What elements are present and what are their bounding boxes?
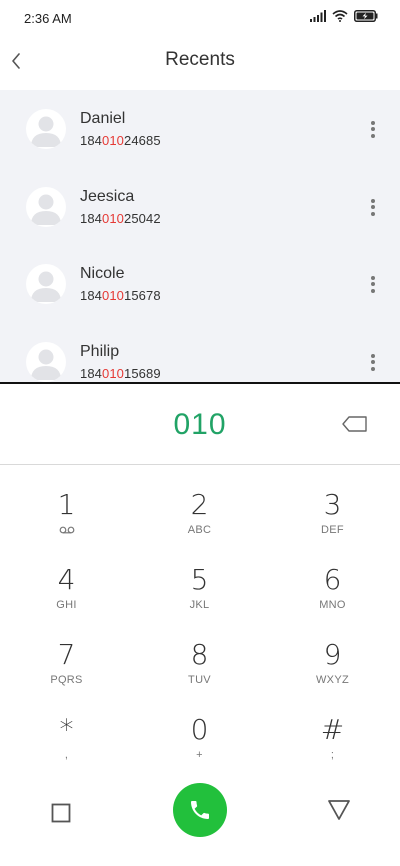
recents-list: Daniel 18401024685 Jeesica 18401025042 N… — [0, 90, 400, 382]
key-digit: 6 — [323, 563, 342, 596]
wifi-icon — [332, 10, 348, 22]
number-match: 010 — [102, 366, 124, 381]
key-digit: # — [320, 713, 345, 746]
person-icon — [31, 194, 61, 225]
header: Recents — [0, 36, 400, 90]
key-digit: 4 — [57, 563, 76, 596]
number-match: 010 — [102, 133, 124, 148]
key-digit: 8 — [190, 638, 209, 671]
triangle-button[interactable] — [327, 799, 351, 821]
avatar — [26, 342, 66, 382]
key-letters: , — [64, 749, 69, 761]
key-digit: 2 — [190, 488, 209, 521]
key-letters: GHI — [56, 599, 77, 611]
key-2[interactable]: 2 ABC — [133, 465, 266, 540]
key-letters: + — [196, 749, 203, 761]
keypad: 1 2 ABC 3 DEF 4 GHI 5 JKL 6 MNO 7 PQRS 8… — [0, 464, 400, 866]
person-icon — [31, 349, 61, 380]
more-vertical-icon[interactable] — [363, 274, 383, 294]
key-letters: TUV — [188, 674, 211, 686]
more-vertical-icon[interactable] — [363, 352, 383, 372]
person-icon — [31, 116, 61, 147]
avatar — [26, 187, 66, 227]
contact-item[interactable]: Daniel 18401024685 — [0, 90, 400, 168]
status-bar: 2:36 AM — [0, 0, 400, 36]
key-digit: 3 — [323, 488, 342, 521]
backspace-button[interactable] — [341, 414, 369, 436]
more-vertical-icon[interactable] — [363, 197, 383, 217]
contact-item[interactable]: Philip 18401015689 — [0, 323, 400, 382]
contact-number: 18401025042 — [80, 211, 161, 226]
key-digit: 5 — [190, 563, 209, 596]
voicemail-icon — [0, 524, 133, 537]
dialed-number[interactable]: 010 — [0, 408, 400, 442]
contact-name: Philip — [80, 343, 120, 360]
square-button[interactable] — [51, 803, 71, 823]
key-digit: 7 — [57, 638, 76, 671]
key-letters: ABC — [187, 524, 212, 536]
number-match: 010 — [102, 288, 124, 303]
contact-name: Daniel — [80, 110, 126, 127]
contact-number: 18401015678 — [80, 288, 161, 303]
key-9[interactable]: 9 WXYZ — [266, 615, 399, 690]
contact-item[interactable]: Nicole 18401015678 — [0, 245, 400, 323]
contact-item[interactable]: Jeesica 18401025042 — [0, 168, 400, 246]
triangle-down-icon — [328, 800, 350, 820]
key-digit: 9 — [323, 638, 342, 671]
key-letters: JKL — [189, 599, 210, 611]
number-match: 010 — [102, 211, 124, 226]
avatar — [26, 109, 66, 149]
key-6[interactable]: 6 MNO — [266, 540, 399, 615]
key-digit: 1 — [57, 488, 76, 521]
key-1[interactable]: 1 — [0, 465, 133, 540]
key-8[interactable]: 8 TUV — [133, 615, 266, 690]
key-letters: WXYZ — [316, 674, 349, 686]
key-digit: 0 — [190, 713, 209, 746]
battery-charging-icon — [354, 10, 378, 22]
key-letters: PQRS — [50, 674, 83, 686]
contact-number: 18401015689 — [80, 366, 161, 381]
signal-icon — [310, 10, 326, 22]
square-icon — [51, 803, 71, 823]
contact-name: Jeesica — [80, 188, 135, 205]
key-digit: * — [59, 713, 74, 746]
dial-input-area: 010 — [0, 384, 400, 464]
person-icon — [31, 271, 61, 302]
key-letters: DEF — [321, 524, 344, 536]
phone-icon — [191, 801, 209, 819]
backspace-icon — [342, 416, 367, 432]
contact-name: Nicole — [80, 265, 125, 282]
key-0[interactable]: 0 + — [133, 690, 266, 765]
key-5[interactable]: 5 JKL — [133, 540, 266, 615]
key-4[interactable]: 4 GHI — [0, 540, 133, 615]
key-hash[interactable]: # ; — [266, 690, 399, 765]
key-3[interactable]: 3 DEF — [266, 465, 399, 540]
key-letters: MNO — [319, 599, 346, 611]
avatar — [26, 264, 66, 304]
page-title: Recents — [165, 49, 235, 70]
key-7[interactable]: 7 PQRS — [0, 615, 133, 690]
status-icons — [310, 10, 378, 22]
more-vertical-icon[interactable] — [363, 119, 383, 139]
key-star[interactable]: * , — [0, 690, 133, 765]
status-time: 2:36 AM — [24, 11, 72, 26]
contact-number: 18401024685 — [80, 133, 161, 148]
key-letters: ; — [330, 749, 335, 761]
call-button[interactable] — [173, 783, 227, 837]
